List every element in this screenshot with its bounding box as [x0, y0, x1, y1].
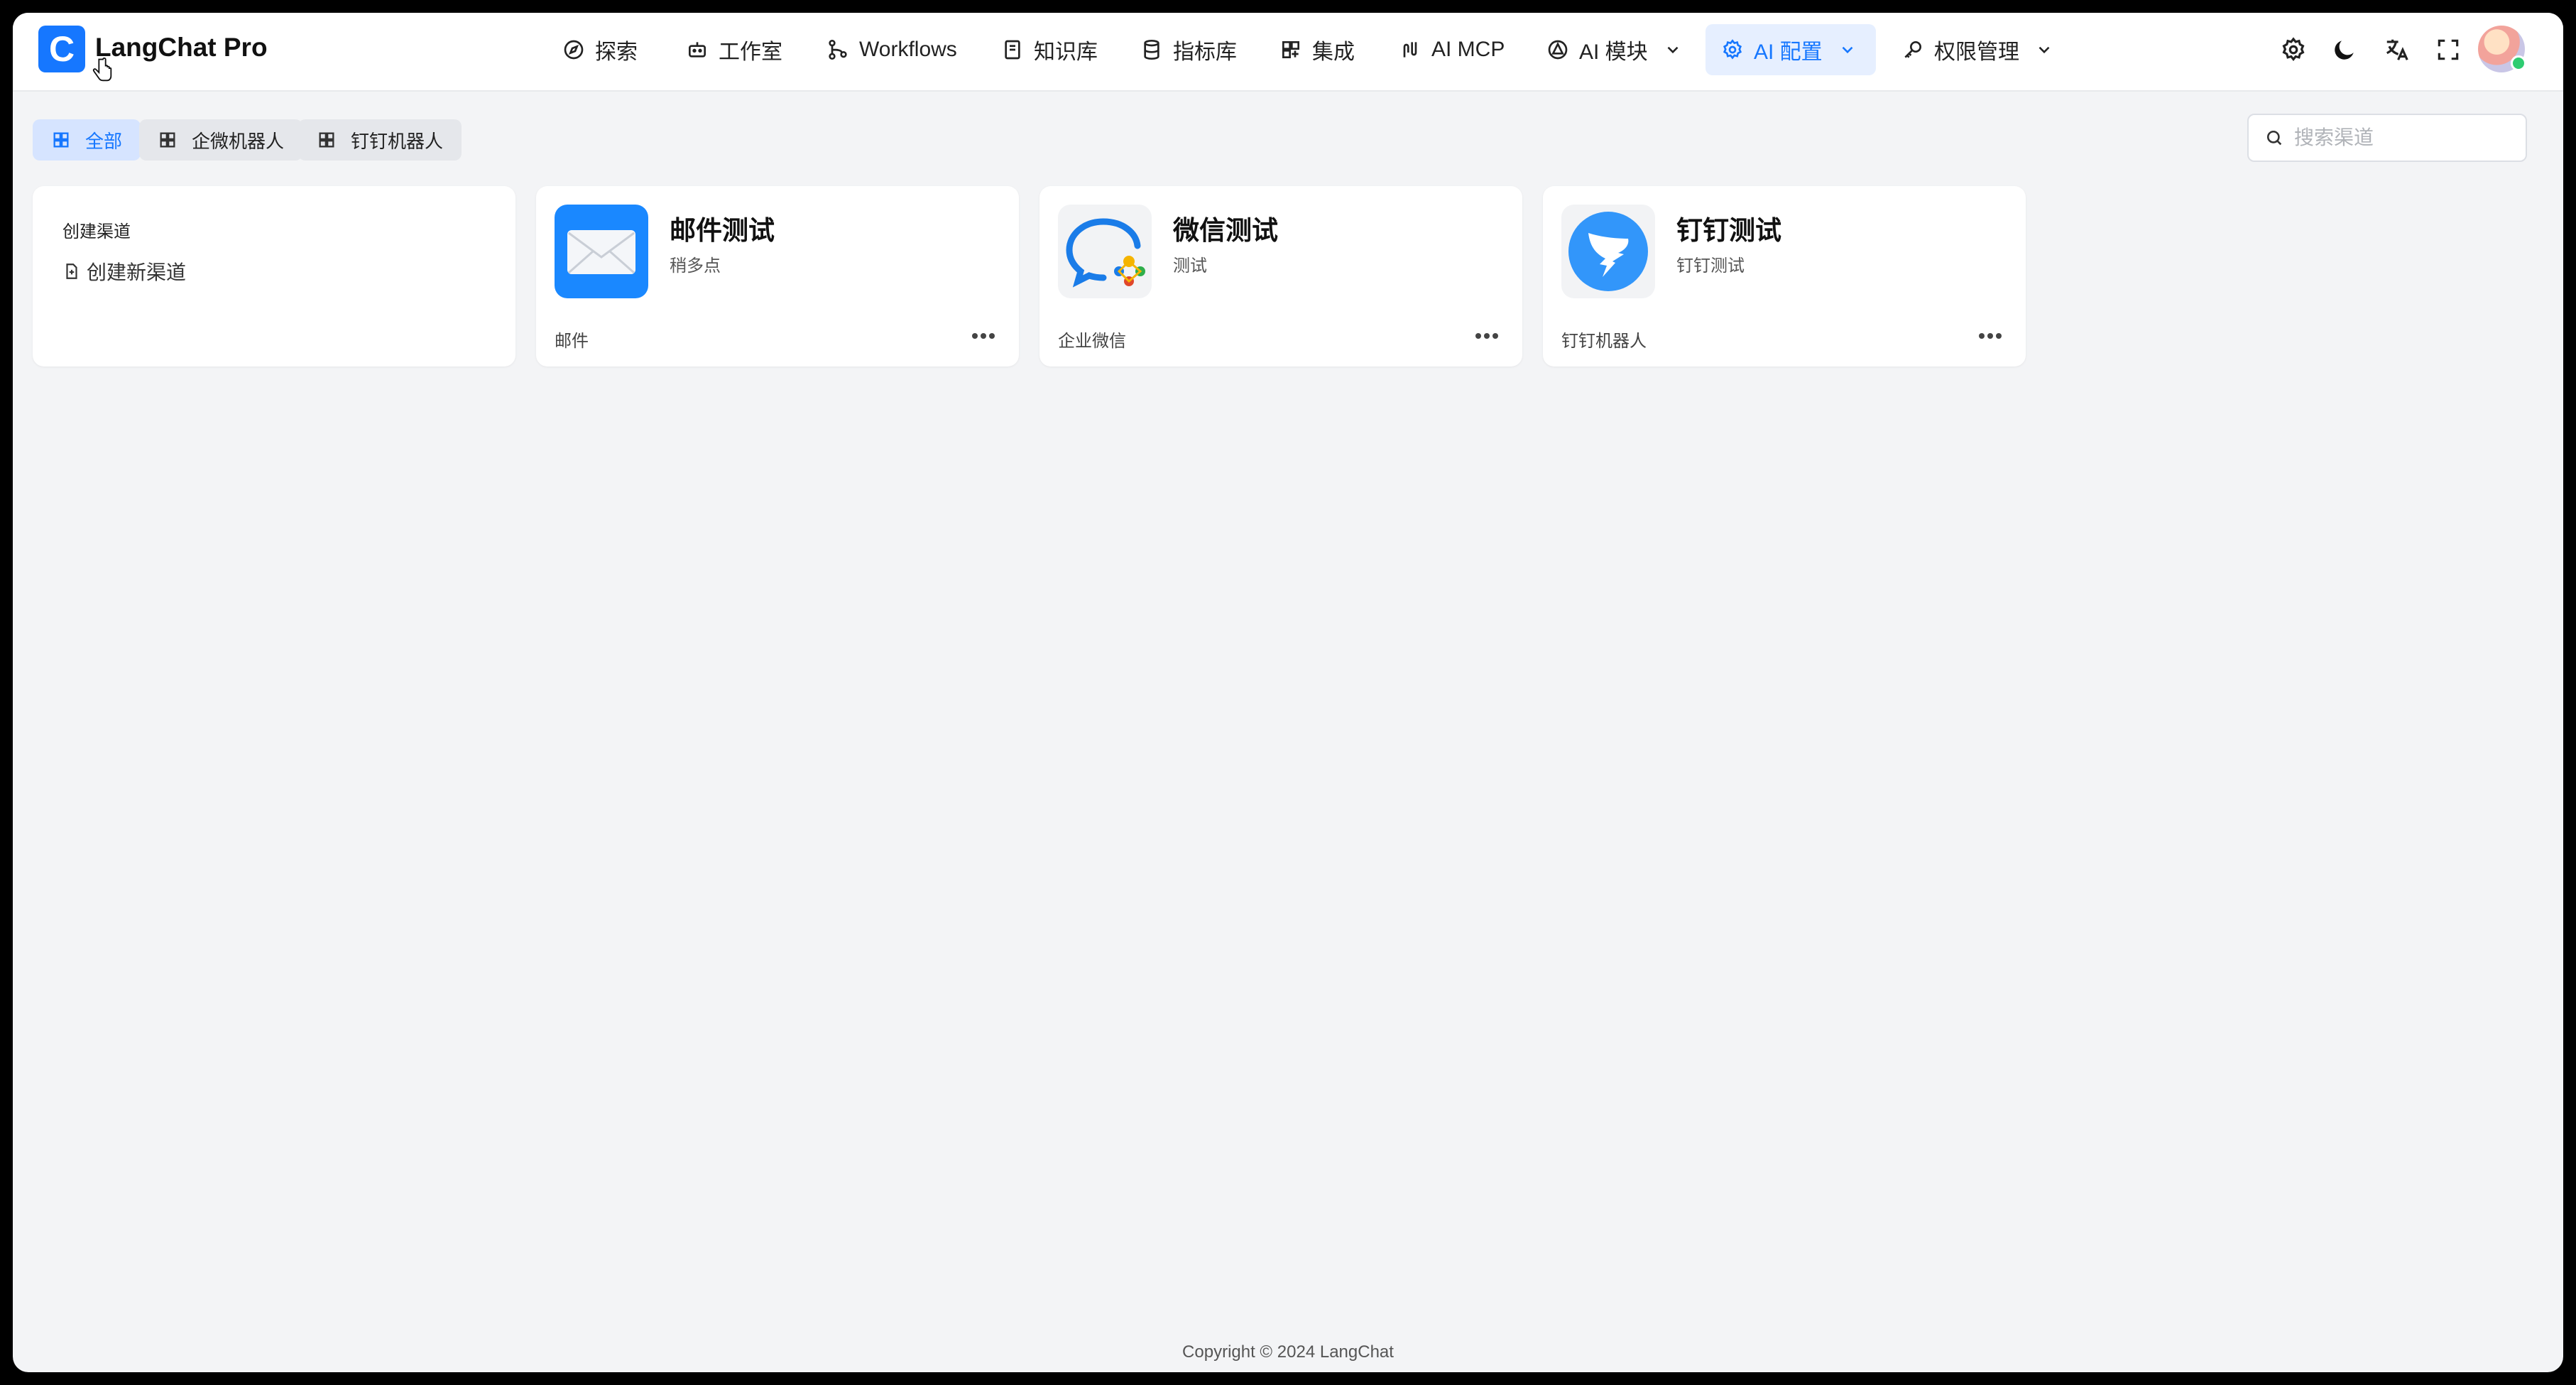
- logo-letter: C: [48, 29, 75, 69]
- workflow-icon: [829, 40, 847, 60]
- chevron-down-icon: [1842, 46, 1853, 54]
- nav-permission[interactable]: 权限管理: [1886, 24, 2069, 75]
- grid-plus-icon: [1282, 41, 1299, 58]
- grid-icon: [319, 132, 334, 148]
- more-options-button[interactable]: [1471, 324, 1502, 348]
- robot-icon: [689, 42, 706, 58]
- nav-ai-module[interactable]: AI 模块: [1531, 24, 1698, 75]
- channel-description: 测试: [1173, 256, 1207, 276]
- channel-description: 稍多点: [670, 256, 721, 276]
- channel-type: 企业微信: [1058, 332, 1126, 351]
- book-icon: [1005, 40, 1020, 60]
- nav-label: Workflows: [859, 38, 957, 61]
- gear-icon: [1723, 39, 1742, 60]
- translate-button[interactable]: [2381, 34, 2413, 65]
- channel-description: 钉钉测试: [1676, 256, 1745, 276]
- wecom-icon: [1058, 205, 1152, 298]
- nav-ai-config[interactable]: AI 配置: [1705, 24, 1876, 75]
- nav-label: 工作室: [719, 40, 782, 64]
- module-icon: [1548, 40, 1568, 60]
- filter-label: 全部: [85, 130, 123, 152]
- channel-type: 邮件: [555, 332, 589, 351]
- online-status-dot: [2511, 55, 2526, 71]
- more-options-button[interactable]: [968, 324, 999, 348]
- hand-cursor-icon: [92, 57, 112, 82]
- chevron-down-icon: [2039, 46, 2050, 54]
- create-channel-card: 创建渠道 创建新渠道: [33, 186, 515, 366]
- chevron-down-icon: [1667, 46, 1679, 54]
- more-options-button[interactable]: [1975, 324, 2006, 348]
- nav-label: AI 模块: [1579, 40, 1648, 64]
- nav-label: 探索: [595, 40, 638, 64]
- database-icon: [1144, 40, 1159, 60]
- app-title[interactable]: LangChat Pro: [95, 33, 268, 63]
- channel-card[interactable]: 微信测试 测试 企业微信: [1039, 186, 1522, 366]
- search-input[interactable]: [2293, 126, 2523, 150]
- file-plus-icon: [66, 264, 77, 279]
- app-window: C LangChat Pro 探索 工作室 Workflows 知识库 指标库: [13, 13, 2563, 1372]
- create-new-channel-label: 创建新渠道: [87, 261, 187, 283]
- key-icon: [1904, 41, 1921, 58]
- nav-label: 权限管理: [1934, 40, 2019, 64]
- more-icon: [972, 333, 995, 339]
- top-bar: C LangChat Pro 探索 工作室 Workflows 知识库 指标库: [13, 13, 2563, 92]
- translate-icon: [2386, 39, 2408, 60]
- filter-all[interactable]: 全部: [33, 119, 141, 161]
- create-new-channel-link[interactable]: 创建新渠道: [62, 257, 186, 286]
- nav-metrics[interactable]: 指标库: [1125, 24, 1252, 75]
- nav-workflows[interactable]: Workflows: [811, 24, 973, 75]
- compass-icon: [564, 40, 584, 60]
- channel-name: 邮件测试: [670, 216, 775, 245]
- dingtalk-icon: [1561, 205, 1655, 298]
- settings-icon: [2282, 37, 2305, 61]
- mcp-icon: [1403, 42, 1417, 58]
- filter-label: 企微机器人: [192, 130, 285, 152]
- fullscreen-icon: [2438, 39, 2459, 60]
- channel-card[interactable]: 钉钉测试 钉钉测试 钉钉机器人: [1543, 186, 2026, 366]
- nav-knowledge[interactable]: 知识库: [986, 24, 1113, 75]
- nav-label: AI 配置: [1754, 40, 1823, 64]
- dark-mode-icon: [2335, 40, 2354, 60]
- nav-label: 指标库: [1173, 40, 1237, 64]
- nav-explore[interactable]: 探索: [547, 24, 653, 75]
- footer-copyright: Copyright © 2024 LangChat: [1182, 1342, 1394, 1362]
- more-icon: [1979, 333, 2002, 339]
- mail-icon: [555, 205, 648, 298]
- dark-mode-button[interactable]: [2329, 34, 2360, 65]
- settings-button[interactable]: [2278, 34, 2309, 65]
- filter-label: 钉钉机器人: [351, 130, 444, 152]
- channel-name: 微信测试: [1173, 216, 1278, 245]
- more-icon: [1475, 333, 1498, 339]
- filter-dingtalk-bot[interactable]: 钉钉机器人: [298, 119, 462, 161]
- app-logo[interactable]: C: [38, 26, 85, 72]
- channel-card[interactable]: 邮件测试 稍多点 邮件: [536, 186, 1019, 366]
- nav-integration[interactable]: 集成: [1264, 24, 1370, 75]
- filter-wecom-bot[interactable]: 企微机器人: [139, 119, 303, 161]
- nav-label: 集成: [1312, 40, 1355, 64]
- nav-studio[interactable]: 工作室: [670, 24, 798, 75]
- nav-label: AI MCP: [1431, 38, 1505, 61]
- search-box[interactable]: [2247, 114, 2527, 162]
- nav-ai-mcp[interactable]: AI MCP: [1383, 24, 1520, 75]
- grid-icon: [160, 132, 175, 148]
- search-icon: [2266, 130, 2282, 146]
- create-channel-title: 创建渠道: [62, 222, 131, 241]
- grid-icon: [53, 132, 69, 148]
- nav-label: 知识库: [1034, 40, 1098, 64]
- avatar[interactable]: [2478, 26, 2526, 72]
- fullscreen-button[interactable]: [2433, 34, 2464, 65]
- channel-type: 钉钉机器人: [1561, 332, 1647, 351]
- channel-name: 钉钉测试: [1676, 216, 1781, 245]
